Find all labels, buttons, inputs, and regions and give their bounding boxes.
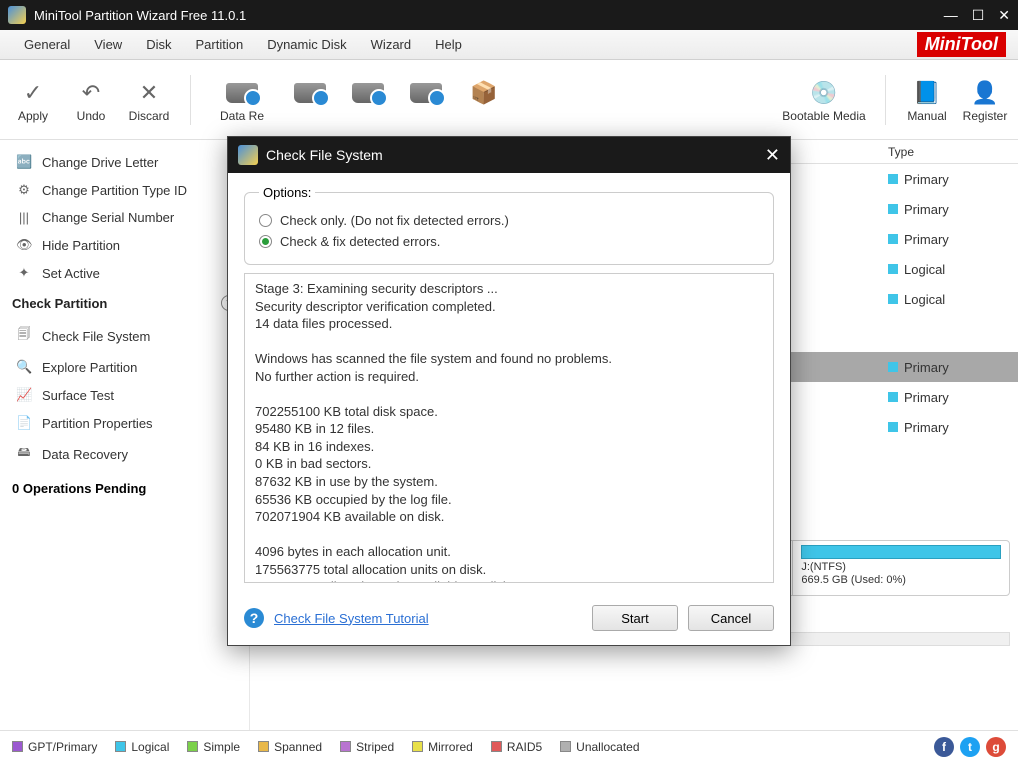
sidebar-item[interactable]: 👁 Hide Partition	[0, 231, 249, 259]
radio-check-only[interactable]: Check only. (Do not fix detected errors.…	[259, 210, 759, 231]
column-type[interactable]: Type	[888, 145, 1018, 159]
radio-icon	[259, 214, 272, 227]
maximize-button[interactable]: ☐	[972, 7, 985, 24]
toolbar-separator	[885, 75, 886, 125]
menu-view[interactable]: View	[82, 37, 134, 52]
sidebar-item-icon: |||	[16, 210, 32, 225]
dialog-title-bar[interactable]: Check File System ✕	[228, 137, 790, 173]
start-button[interactable]: Start	[592, 605, 678, 631]
legend-item: GPT/Primary	[12, 740, 97, 754]
facebook-icon[interactable]: f	[934, 737, 954, 757]
sidebar-item-label: Change Partition Type ID	[42, 183, 187, 198]
title-bar: MiniTool Partition Wizard Free 11.0.1 — …	[0, 0, 1018, 30]
check-file-system-dialog: Check File System ✕ Options: Check only.…	[227, 136, 791, 646]
dialog-icon	[238, 145, 258, 165]
disk-tool-2[interactable]	[285, 65, 335, 135]
sidebar-item-icon: 📈	[16, 387, 32, 403]
sidebar-section-check[interactable]: Check Partition ⌃	[0, 287, 249, 319]
legend-item: Mirrored	[412, 740, 473, 754]
sidebar-item[interactable]: ✦ Set Active	[0, 259, 249, 287]
legend-item: Spanned	[258, 740, 322, 754]
options-legend: Options:	[259, 185, 315, 200]
help-icon[interactable]: ?	[244, 608, 264, 628]
sidebar-item[interactable]: 📈 Surface Test	[0, 381, 249, 409]
sidebar-item-icon: ⚙	[16, 182, 32, 198]
sidebar-item-label: Set Active	[42, 266, 100, 281]
cancel-button[interactable]: Cancel	[688, 605, 774, 631]
dialog-close-button[interactable]: ✕	[765, 145, 780, 166]
disk-tool-3[interactable]	[343, 65, 393, 135]
sidebar-item[interactable]: 🖴 Data Recovery	[0, 437, 249, 471]
menu-dynamic-disk[interactable]: Dynamic Disk	[255, 37, 358, 52]
sidebar-item[interactable]: 📄 Partition Properties	[0, 409, 249, 437]
brand-logo: MiniTool	[917, 32, 1006, 57]
log-output[interactable]: Stage 3: Examining security descriptors …	[244, 273, 774, 583]
sidebar-item[interactable]: ⚙ Change Partition Type ID	[0, 176, 249, 204]
sidebar-item-icon: 📄	[16, 415, 32, 431]
legend-item: Unallocated	[560, 740, 639, 754]
menu-help[interactable]: Help	[423, 37, 474, 52]
menu-wizard[interactable]: Wizard	[359, 37, 423, 52]
sidebar-item-icon: ✦	[16, 265, 32, 281]
sidebar-item-label: Hide Partition	[42, 238, 120, 253]
disk-tool-4[interactable]	[401, 65, 451, 135]
sidebar-item-label: Partition Properties	[42, 416, 153, 431]
discard-button[interactable]: ✕Discard	[124, 65, 174, 135]
sidebar-item-label: Check File System	[42, 329, 150, 344]
sidebar-item-icon: 🗐	[16, 325, 32, 347]
googleplus-icon[interactable]: g	[986, 737, 1006, 757]
options-fieldset: Options: Check only. (Do not fix detecte…	[244, 185, 774, 265]
menu-partition[interactable]: Partition	[183, 37, 255, 52]
sidebar-item[interactable]: 🔤 Change Drive Letter	[0, 148, 249, 176]
register-button[interactable]: 👤Register	[960, 65, 1010, 135]
radio-check-fix[interactable]: Check & fix detected errors.	[259, 231, 759, 252]
legend-item: Logical	[115, 740, 169, 754]
menu-disk[interactable]: Disk	[134, 37, 183, 52]
sidebar-item[interactable]: 🗐 Check File System	[0, 319, 249, 353]
minimize-button[interactable]: —	[944, 7, 958, 24]
sidebar-item-icon: 🔤	[16, 154, 32, 170]
apply-button[interactable]: ✓Apply	[8, 65, 58, 135]
legend-bar: GPT/Primary Logical Simple Spanned Striped Mi…	[0, 730, 1018, 762]
legend-item: RAID5	[491, 740, 542, 754]
close-button[interactable]: ✕	[998, 7, 1010, 24]
twitter-icon[interactable]: t	[960, 737, 980, 757]
sidebar-item-icon: 🔍	[16, 359, 32, 375]
operations-pending: 0 Operations Pending	[0, 471, 249, 506]
legend-item: Striped	[340, 740, 394, 754]
partition-block[interactable]: J:(NTFS)669.5 GB (Used: 0%)	[792, 541, 1009, 595]
radio-icon	[259, 235, 272, 248]
sidebar-item-label: Data Recovery	[42, 447, 128, 462]
sidebar-item-icon: 👁	[16, 237, 32, 253]
sidebar: 🔤 Change Drive Letter ⚙ Change Partition Ty…	[0, 140, 250, 730]
toolbar: ✓Apply ↶Undo ✕Discard Data Re 📦 💿Bootabl…	[0, 60, 1018, 140]
disk-tool-5[interactable]: 📦	[459, 65, 509, 135]
toolbar-separator	[190, 75, 191, 125]
app-icon	[8, 6, 26, 24]
dialog-title: Check File System	[266, 147, 383, 163]
menu-general[interactable]: General	[12, 37, 82, 52]
data-recovery-button[interactable]: Data Re	[207, 65, 277, 135]
tutorial-link[interactable]: Check File System Tutorial	[274, 611, 429, 626]
sidebar-item[interactable]: ||| Change Serial Number	[0, 204, 249, 231]
sidebar-item-label: Change Drive Letter	[42, 155, 158, 170]
sidebar-item-icon: 🖴	[16, 443, 32, 465]
window-title: MiniTool Partition Wizard Free 11.0.1	[34, 8, 246, 23]
bootable-media-button[interactable]: 💿Bootable Media	[779, 65, 869, 135]
menu-bar: General View Disk Partition Dynamic Disk…	[0, 30, 1018, 60]
sidebar-item[interactable]: 🔍 Explore Partition	[0, 353, 249, 381]
undo-button[interactable]: ↶Undo	[66, 65, 116, 135]
legend-item: Simple	[187, 740, 240, 754]
sidebar-item-label: Change Serial Number	[42, 210, 174, 225]
manual-button[interactable]: 📘Manual	[902, 65, 952, 135]
sidebar-item-label: Explore Partition	[42, 360, 137, 375]
sidebar-item-label: Surface Test	[42, 388, 114, 403]
